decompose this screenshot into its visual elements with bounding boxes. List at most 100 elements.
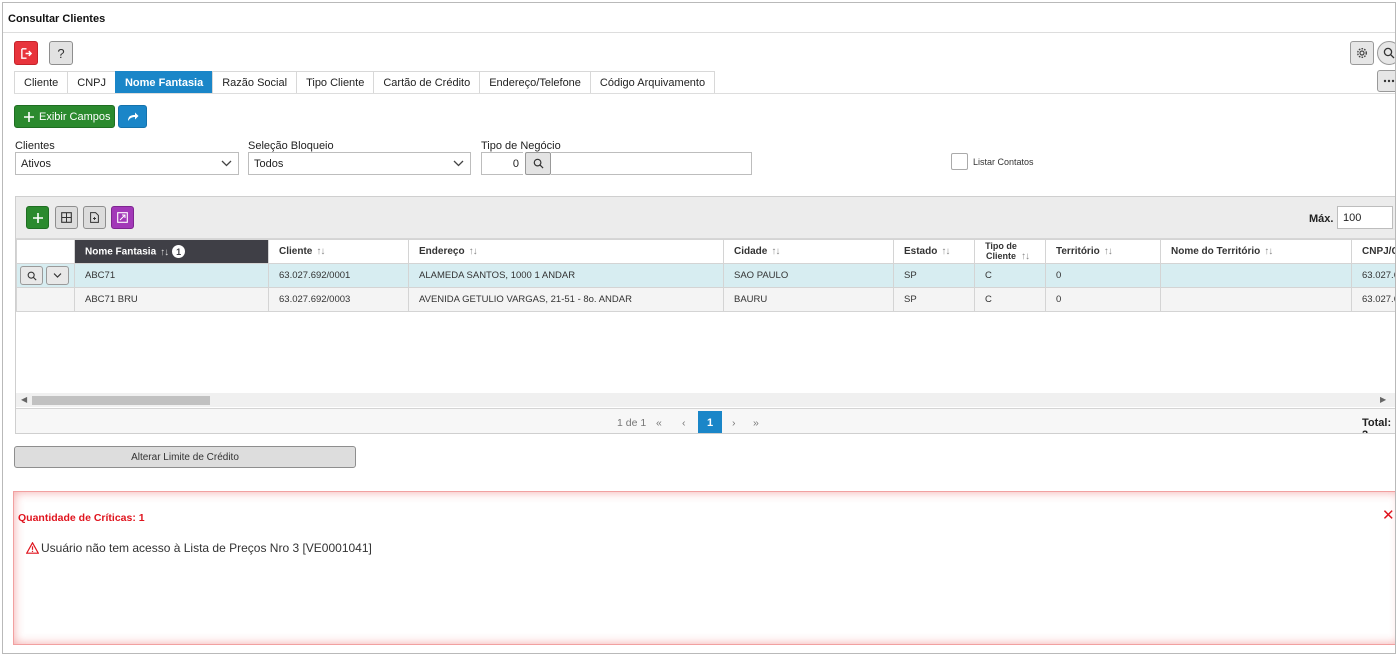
columns-button[interactable]: [55, 206, 78, 229]
cell-cnpj: 63.027.692: [1351, 263, 1395, 288]
exibir-campos-button[interactable]: Exibir Campos: [14, 105, 115, 128]
column-header-cliente[interactable]: Cliente ↑↓: [268, 239, 409, 264]
last-page-icon[interactable]: »: [753, 417, 759, 429]
column-header-territorio[interactable]: Território ↑↓: [1045, 239, 1161, 264]
maximize-button[interactable]: [111, 206, 134, 229]
tab-tipo-cliente[interactable]: Tipo Cliente: [296, 71, 375, 94]
scroll-left-icon[interactable]: ◀: [21, 395, 27, 404]
selecao-bloqueio-label: Seleção Bloqueio: [248, 140, 334, 152]
row-actions-header: [16, 239, 75, 264]
cell-cnpj: 63.027.692: [1351, 287, 1395, 312]
global-search-button[interactable]: [1377, 41, 1395, 65]
total-count: Total: 2: [1362, 417, 1392, 433]
critica-message-text: Usuário não tem acesso à Lista de Preços…: [41, 541, 372, 555]
tab-cnpj[interactable]: CNPJ: [67, 71, 116, 94]
tipo-negocio-search-button[interactable]: [525, 152, 551, 175]
settings-button[interactable]: [1350, 41, 1374, 65]
plus-icon: [32, 212, 43, 223]
search-tabs: Cliente CNPJ Nome Fantasia Razão Social …: [14, 71, 716, 94]
scrollbar-thumb[interactable]: [32, 396, 210, 405]
row-view-button[interactable]: [20, 266, 43, 285]
clients-table: Nome Fantasia ↑↓ 1 Cliente ↑↓ Endereço ↑↓ Ci…: [16, 239, 1395, 312]
sort-asc-icon: ↑↓: [160, 246, 169, 258]
chevron-down-icon: [221, 160, 232, 167]
search-icon: [27, 271, 37, 281]
table-row[interactable]: ABC71 63.027.692/0001 ALAMEDA SANTOS, 10…: [16, 263, 1395, 288]
tipo-negocio-label: Tipo de Negócio: [481, 140, 561, 152]
panel-scroll-indicator: [1395, 539, 1396, 553]
next-page-icon[interactable]: ›: [732, 417, 736, 429]
export-button[interactable]: [83, 206, 106, 229]
cell-nome-fantasia: ABC71 BRU: [74, 287, 269, 312]
row-actions: [16, 287, 75, 312]
chevron-down-icon: [453, 160, 464, 167]
selecao-bloqueio-value: Todos: [254, 157, 284, 170]
first-page-icon[interactable]: «: [656, 417, 662, 429]
tipo-negocio-input[interactable]: 0: [481, 152, 523, 175]
clientes-select[interactable]: Ativos: [15, 152, 239, 175]
help-label: ?: [57, 45, 65, 61]
listar-contatos-checkbox[interactable]: [951, 153, 968, 170]
plus-icon: [24, 111, 34, 122]
column-header-estado[interactable]: Estado ↑↓: [893, 239, 975, 264]
cell-nome-territorio: [1160, 263, 1352, 288]
cell-territorio: 0: [1045, 263, 1161, 288]
sort-icon: ↑↓: [1103, 246, 1113, 257]
column-header-tipo-cliente[interactable]: Tipo de Cliente ↑↓: [974, 239, 1046, 264]
page-info: 1 de 1: [617, 417, 647, 429]
sort-order-badge: 1: [172, 245, 186, 258]
pagination: 1 de 1 « ‹ 1 › » Total: 2: [16, 408, 1395, 433]
column-header-nome-territorio[interactable]: Nome do Território ↑↓: [1160, 239, 1352, 264]
column-header-nome-fantasia[interactable]: Nome Fantasia ↑↓ 1: [74, 239, 269, 264]
table-header-row: Nome Fantasia ↑↓ 1 Cliente ↑↓ Endereço ↑↓ Ci…: [16, 239, 1395, 264]
share-arrow-icon: [127, 112, 138, 121]
critica-message: Usuário não tem acesso à Lista de Preços…: [26, 541, 372, 555]
clientes-label: Clientes: [15, 140, 55, 152]
tab-cartao-credito[interactable]: Cartão de Crédito: [373, 71, 481, 94]
prev-page-icon[interactable]: ‹: [682, 417, 686, 429]
row-expand-button[interactable]: [45, 266, 69, 285]
max-label: Máx.: [1309, 213, 1334, 225]
listar-contatos-label: Listar Contatos: [973, 157, 1034, 167]
tab-razao-social[interactable]: Razão Social: [212, 71, 298, 94]
close-icon[interactable]: ✕: [1382, 506, 1395, 524]
expand-icon: [117, 212, 128, 223]
main-window: Consultar Clientes ? Cliente CNPJ Nome F…: [2, 2, 1396, 654]
sort-icon: ↑↓: [316, 246, 325, 257]
tab-nome-fantasia[interactable]: Nome Fantasia: [114, 71, 214, 94]
horizontal-scrollbar[interactable]: ◀ ▶: [16, 393, 1395, 407]
cell-nome-territorio: [1160, 287, 1352, 312]
sort-icon: ↑↓: [468, 246, 478, 257]
current-page-button[interactable]: 1: [698, 411, 722, 433]
chevron-down-icon: [53, 273, 62, 278]
row-actions: [16, 263, 75, 288]
exibir-campos-label: Exibir Campos: [39, 110, 111, 123]
tab-endereco-telefone[interactable]: Endereço/Telefone: [479, 71, 591, 94]
grid-columns-icon: [61, 212, 72, 223]
window-title: Consultar Clientes: [8, 13, 106, 25]
more-options-button[interactable]: [1377, 70, 1395, 92]
max-input[interactable]: 100: [1337, 206, 1393, 229]
alterar-limite-credito-button[interactable]: Alterar Limite de Crédito: [14, 446, 356, 468]
cell-endereco: AVENIDA GETULIO VARGAS, 21-51 - 8o. ANDA…: [408, 287, 724, 312]
clientes-value: Ativos: [21, 157, 51, 170]
exit-button[interactable]: [14, 41, 38, 65]
scroll-right-icon[interactable]: ▶: [1380, 395, 1386, 404]
tab-cliente[interactable]: Cliente: [14, 71, 69, 94]
share-button[interactable]: [118, 105, 147, 128]
cell-estado: SP: [893, 287, 975, 312]
column-header-cidade[interactable]: Cidade ↑↓: [723, 239, 894, 264]
warning-icon: [26, 542, 39, 554]
tab-codigo-arquivamento[interactable]: Código Arquivamento: [589, 71, 716, 94]
sort-icon: ↑↓: [1021, 251, 1030, 262]
selecao-bloqueio-select[interactable]: Todos: [248, 152, 471, 175]
help-button[interactable]: ?: [49, 41, 73, 65]
cell-territorio: 0: [1045, 287, 1161, 312]
tabs-divider: [14, 93, 1395, 94]
column-header-endereco[interactable]: Endereço ↑↓: [408, 239, 724, 264]
table-row[interactable]: ABC71 BRU 63.027.692/0003 AVENIDA GETULI…: [16, 287, 1395, 312]
column-header-cnpj[interactable]: CNPJ/CPF: [1351, 239, 1395, 264]
add-row-button[interactable]: [26, 206, 49, 229]
sort-icon: ↑↓: [771, 246, 780, 257]
cell-tipo: C: [974, 263, 1046, 288]
